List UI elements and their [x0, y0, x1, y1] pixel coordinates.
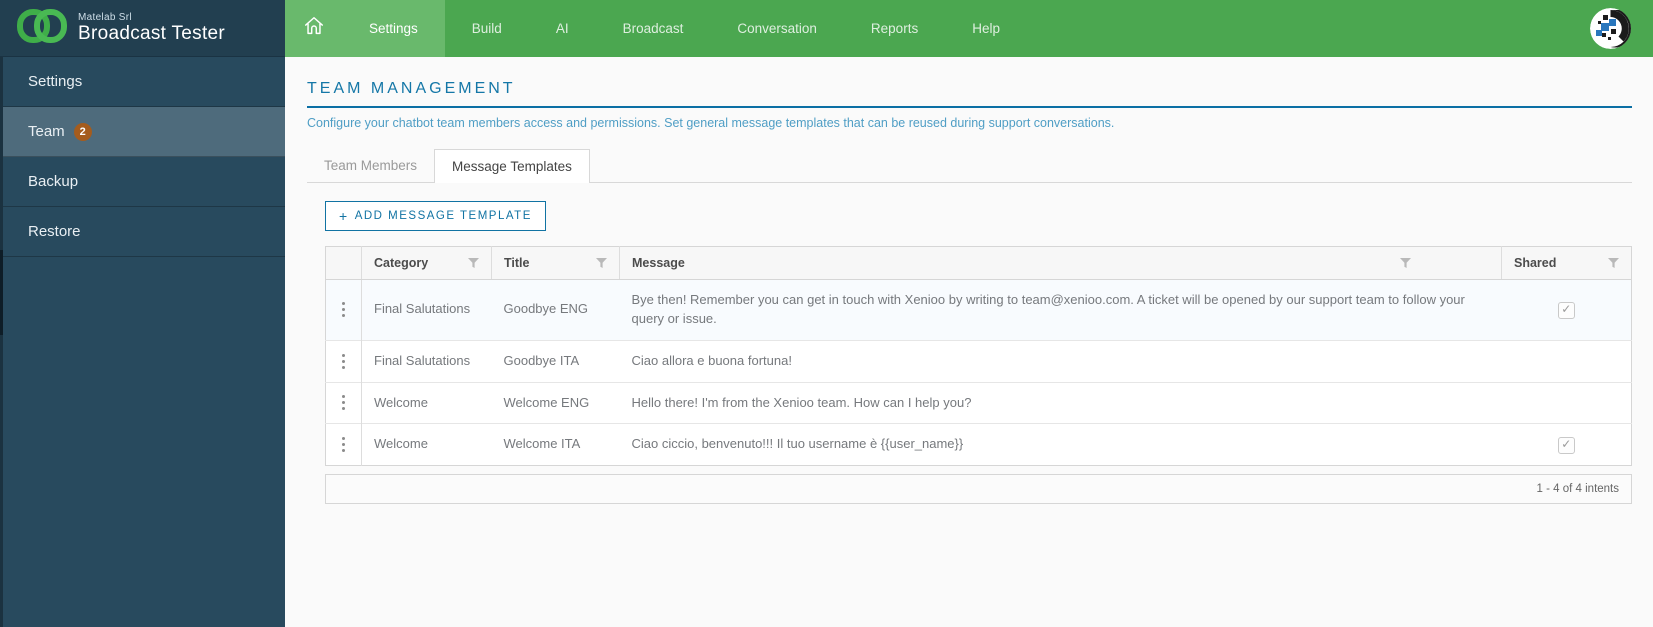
- shared-column-header: Shared: [1501, 246, 1632, 280]
- sidebar: Matelab Srl Broadcast Tester Settings Te…: [0, 0, 285, 627]
- filter-icon[interactable]: [468, 258, 479, 268]
- row-message: Ciao ciccio, benvenuto!!! Il tuo usernam…: [619, 423, 1502, 466]
- column-label: Title: [504, 256, 530, 270]
- add-button-label: ADD MESSAGE TEMPLATE: [354, 210, 532, 222]
- main-content: TEAM MANAGEMENT Configure your chatbot t…: [285, 57, 1653, 627]
- shared-checkbox[interactable]: ✓: [1557, 301, 1575, 319]
- brand-header[interactable]: Matelab Srl Broadcast Tester: [0, 0, 285, 57]
- row-title: Goodbye ENG: [491, 279, 620, 341]
- nav-label: Settings: [369, 21, 418, 36]
- sidebar-item-label: Backup: [28, 173, 79, 190]
- tab-label: Team Members: [324, 158, 418, 173]
- account-avatar[interactable]: [1590, 8, 1631, 49]
- table-row: Welcome Welcome ITA Ciao ciccio, benvenu…: [325, 423, 1632, 466]
- row-message: Hello there! I'm from the Xenioo team. H…: [619, 381, 1502, 424]
- shared-cell: ✓: [1501, 423, 1632, 466]
- brand-logo-icon: [16, 8, 68, 49]
- title-column-header: Title: [491, 246, 620, 280]
- nav-active-group: Settings: [285, 0, 445, 57]
- tab-team-members[interactable]: Team Members: [307, 149, 434, 182]
- row-message: Ciao allora e buona fortuna!: [619, 339, 1502, 383]
- templates-table: Category Title Message Shared Final Salu…: [325, 246, 1632, 467]
- table-row: Final Salutations Goodbye ITA Ciao allor…: [325, 339, 1632, 383]
- sidebar-item-label: Settings: [28, 73, 83, 90]
- row-menu-button[interactable]: [338, 395, 349, 411]
- brand-app-name: Broadcast Tester: [78, 22, 226, 44]
- row-category: Final Salutations: [361, 279, 492, 341]
- nav-label: AI: [555, 21, 569, 36]
- row-category: Welcome: [361, 423, 492, 466]
- page-description: Configure your chatbot team members acce…: [307, 116, 1115, 130]
- table-row: Welcome Welcome ENG Hello there! I'm fro…: [325, 381, 1632, 424]
- row-actions-cell: [325, 339, 362, 383]
- row-menu-button[interactable]: [338, 437, 349, 453]
- navbar-spacer: [1027, 0, 1590, 57]
- actions-column-header: [325, 246, 362, 280]
- tab-label: Message Templates: [452, 159, 572, 174]
- brand-company: Matelab Srl: [78, 11, 132, 23]
- table-header-row: Category Title Message Shared: [325, 246, 1632, 280]
- home-button[interactable]: [285, 0, 342, 57]
- table-body: Final Salutations Goodbye ENG Bye then! …: [325, 279, 1632, 466]
- sidebar-item-settings[interactable]: Settings: [0, 57, 285, 107]
- sidebar-item-label: Team: [28, 123, 65, 140]
- row-title: Goodbye ITA: [491, 339, 620, 383]
- message-column-header: Message: [619, 246, 1502, 280]
- home-icon: [303, 15, 325, 42]
- sidebar-item-restore[interactable]: Restore: [0, 207, 285, 257]
- nav-label: Help: [972, 21, 1000, 36]
- brand-text: Matelab Srl Broadcast Tester: [78, 12, 225, 45]
- row-actions-cell: [325, 423, 362, 466]
- shared-cell: ✓: [1501, 279, 1632, 341]
- row-message: Bye then! Remember you can get in touch …: [619, 279, 1502, 341]
- nav-item-help[interactable]: Help: [945, 0, 1027, 57]
- category-column-header: Category: [361, 246, 492, 280]
- sidebar-scrollbar[interactable]: [0, 57, 3, 627]
- column-label: Shared: [1514, 256, 1557, 270]
- tab-bar: Team Members Message Templates: [307, 149, 1632, 183]
- top-navbar: Settings Build AI Broadcast Conversation…: [285, 0, 1653, 57]
- row-category: Final Salutations: [361, 339, 492, 383]
- nav-item-build[interactable]: Build: [445, 0, 529, 57]
- nav-item-settings[interactable]: Settings: [342, 0, 445, 57]
- sidebar-item-backup[interactable]: Backup: [0, 157, 285, 207]
- column-label: Category: [374, 256, 429, 270]
- nav-label: Reports: [870, 21, 919, 36]
- nav-label: Build: [471, 21, 502, 36]
- nav-label: Conversation: [737, 21, 817, 36]
- table-pager: 1 - 4 of 4 intents: [325, 474, 1632, 505]
- row-menu-button[interactable]: [338, 353, 349, 369]
- team-count-badge: 2: [73, 122, 92, 141]
- nav-item-conversation[interactable]: Conversation: [710, 0, 844, 57]
- page-title: TEAM MANAGEMENT: [307, 80, 1632, 108]
- plus-icon: +: [339, 208, 349, 224]
- row-actions-cell: [325, 279, 362, 341]
- sidebar-scrollbar-thumb[interactable]: [0, 250, 3, 335]
- tab-message-templates[interactable]: Message Templates: [434, 149, 590, 183]
- filter-icon[interactable]: [1608, 258, 1619, 268]
- shared-cell: [1501, 339, 1632, 383]
- table-row: Final Salutations Goodbye ENG Bye then! …: [325, 279, 1632, 341]
- tab-content: + ADD MESSAGE TEMPLATE Category Title Me…: [307, 183, 1632, 505]
- column-label: Message: [632, 256, 685, 270]
- add-message-template-button[interactable]: + ADD MESSAGE TEMPLATE: [325, 201, 546, 231]
- pager-summary: 1 - 4 of 4 intents: [1536, 483, 1619, 496]
- filter-icon[interactable]: [1400, 258, 1411, 268]
- shared-checkbox[interactable]: ✓: [1557, 436, 1575, 454]
- nav-label: Broadcast: [622, 21, 684, 36]
- nav-item-reports[interactable]: Reports: [844, 0, 945, 57]
- row-category: Welcome: [361, 381, 492, 424]
- row-title: Welcome ITA: [491, 423, 620, 466]
- row-actions-cell: [325, 381, 362, 424]
- sidebar-item-team[interactable]: Team 2: [0, 107, 285, 157]
- shared-cell: [1501, 381, 1632, 424]
- nav-item-broadcast[interactable]: Broadcast: [596, 0, 711, 57]
- row-menu-button[interactable]: [338, 302, 349, 318]
- sidebar-item-label: Restore: [28, 223, 81, 240]
- filter-icon[interactable]: [596, 258, 607, 268]
- row-title: Welcome ENG: [491, 381, 620, 424]
- nav-item-ai[interactable]: AI: [529, 0, 596, 57]
